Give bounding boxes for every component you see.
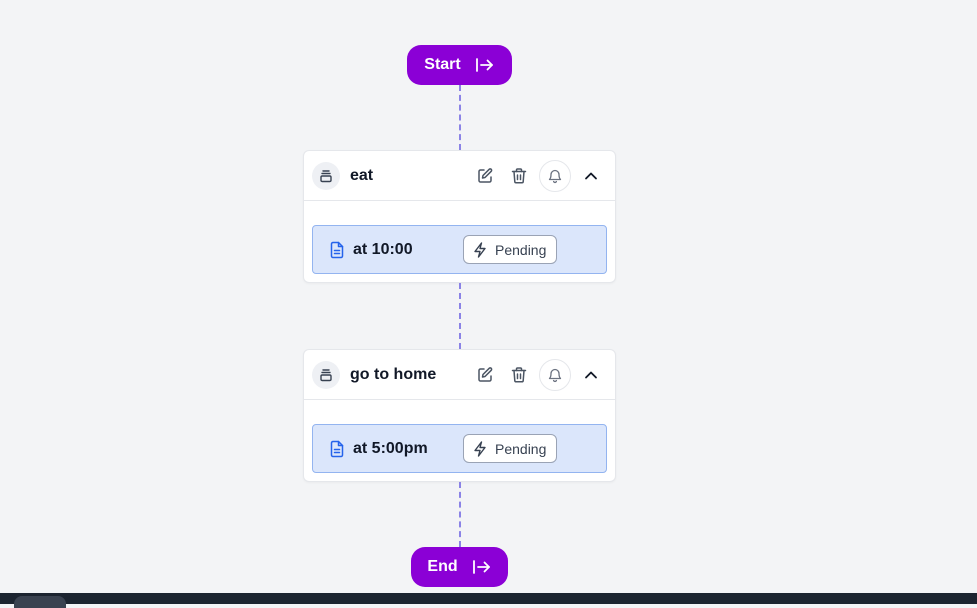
bell-icon: [548, 169, 562, 183]
pencil-square-icon: [478, 167, 493, 183]
task-time: at 10:00: [353, 240, 413, 258]
bell-icon: [548, 368, 562, 382]
edit-button[interactable]: [471, 361, 499, 389]
status-label: Pending: [495, 440, 547, 457]
arrow-right-to-bar-icon: [472, 559, 492, 575]
collapse-button[interactable]: [577, 162, 605, 190]
arrow-right-to-bar-icon: [475, 57, 495, 73]
task-card-header: eat: [304, 151, 615, 201]
end-node[interactable]: End: [411, 547, 508, 587]
start-label: Start: [424, 56, 461, 73]
flow-connector: [459, 85, 461, 150]
chevron-up-icon: [585, 371, 597, 378]
notify-button[interactable]: [539, 159, 571, 192]
task-card: go to home at 5:00pm Pending: [303, 349, 616, 482]
bottom-bar-tab[interactable]: [14, 596, 66, 608]
notify-button[interactable]: [539, 358, 571, 391]
lightning-icon: [474, 241, 486, 258]
task-title: go to home: [350, 365, 437, 383]
task-card-body: at 5:00pm Pending: [304, 400, 615, 473]
pencil-square-icon: [478, 366, 493, 382]
edit-button[interactable]: [471, 162, 499, 190]
lightning-icon: [474, 440, 486, 457]
trash-icon: [511, 167, 527, 184]
end-label: End: [427, 558, 458, 575]
task-card-body: at 10:00 Pending: [304, 201, 615, 274]
flow-connector: [459, 482, 461, 547]
collapse-button[interactable]: [577, 361, 605, 389]
status-button[interactable]: Pending: [463, 434, 558, 463]
chevron-up-icon: [585, 172, 597, 179]
task-card-header: go to home: [304, 350, 615, 400]
start-node[interactable]: Start: [407, 45, 512, 85]
flow-connector: [459, 283, 461, 349]
delete-button[interactable]: [505, 162, 533, 190]
stack-icon: [312, 161, 340, 190]
status-button[interactable]: Pending: [463, 235, 558, 264]
delete-button[interactable]: [505, 361, 533, 389]
task-detail-row[interactable]: at 5:00pm Pending: [312, 424, 607, 473]
document-icon: [329, 241, 345, 259]
task-detail-row[interactable]: at 10:00 Pending: [312, 225, 607, 274]
task-card: eat at 10:00 Pending: [303, 150, 616, 283]
document-icon: [329, 440, 345, 458]
bottom-bar: [0, 593, 977, 608]
task-title: eat: [350, 166, 374, 184]
status-label: Pending: [495, 241, 547, 258]
task-time: at 5:00pm: [353, 439, 428, 457]
trash-icon: [511, 366, 527, 383]
stack-icon: [312, 360, 340, 389]
